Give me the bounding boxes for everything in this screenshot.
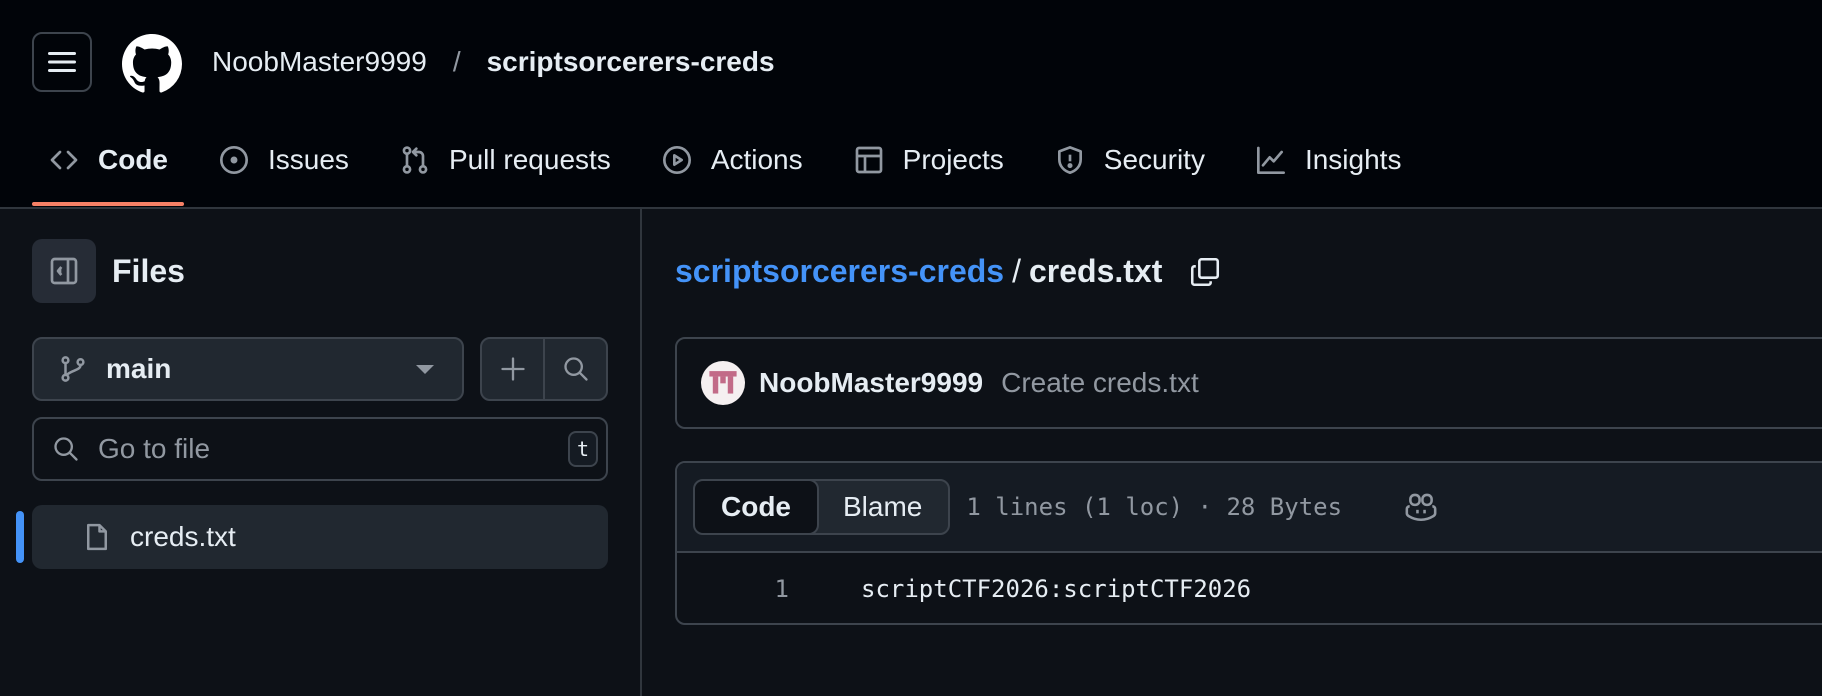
line-number[interactable]: 1 xyxy=(677,575,789,603)
current-file-name: creds.txt xyxy=(1028,253,1163,289)
git-pull-request-icon xyxy=(402,146,428,174)
chevron-down-icon xyxy=(416,365,434,374)
tab-label: Issues xyxy=(268,144,349,175)
code-icon xyxy=(50,150,78,170)
code-view-button[interactable]: Code xyxy=(695,481,819,533)
owner-link[interactable]: NoobMaster9999 xyxy=(212,46,427,78)
issue-opened-icon xyxy=(220,146,248,174)
shield-icon xyxy=(1057,146,1082,174)
hamburger-icon xyxy=(48,52,76,72)
avatar[interactable] xyxy=(701,361,745,405)
search-icon xyxy=(54,437,78,461)
file-stats: 1 lines (1 loc) · 28 Bytes xyxy=(966,493,1343,521)
tab-label: Actions xyxy=(710,144,803,175)
repo-link[interactable]: scriptsorcerers-creds xyxy=(675,253,1004,290)
breadcrumb: NoobMaster9999 / scriptsorcerers-creds xyxy=(212,46,775,78)
branch-name: main xyxy=(106,353,172,384)
line-content: scriptCTF2026:scriptCTF2026 xyxy=(861,575,1252,603)
tab-label: Security xyxy=(1103,144,1205,175)
add-file-button[interactable] xyxy=(482,339,543,399)
file-tree-sidebar: Files main t creds.txt xyxy=(0,209,642,696)
commit-message[interactable]: Create creds.txt xyxy=(1001,367,1199,399)
go-to-file-input[interactable] xyxy=(96,432,540,466)
latest-commit-bar: NoobMaster9999 Create creds.txt xyxy=(675,337,1822,429)
identicon-icon xyxy=(709,371,737,394)
tab-pull-requests[interactable]: Pull requests xyxy=(383,140,627,180)
commit-author[interactable]: NoobMaster9999 xyxy=(759,367,983,399)
breadcrumb-separator: / xyxy=(452,46,461,77)
files-heading: Files xyxy=(112,253,185,289)
tab-insights[interactable]: Insights xyxy=(1239,140,1418,180)
selected-file-indicator xyxy=(16,511,24,563)
tab-projects[interactable]: Projects xyxy=(837,140,1020,180)
repo-link[interactable]: scriptsorcerers-creds xyxy=(487,46,775,78)
keyboard-shortcut-hint: t xyxy=(568,431,598,467)
tab-label: Code xyxy=(98,144,168,175)
file-name: creds.txt xyxy=(130,521,236,552)
view-mode-toggle: Code Blame xyxy=(693,479,951,535)
path-separator: / xyxy=(1012,253,1021,289)
plus-icon xyxy=(500,357,525,381)
repo-header: NoobMaster9999 / scriptsorcerers-creds C… xyxy=(0,0,1822,209)
tab-label: Pull requests xyxy=(448,144,611,175)
file-path-breadcrumb: scriptsorcerers-creds / creds.txt xyxy=(675,253,1222,290)
collapse-sidebar-button[interactable] xyxy=(32,239,96,303)
tab-actions[interactable]: Actions xyxy=(645,140,819,180)
go-to-file-field: t xyxy=(32,417,608,481)
copy-path-button[interactable] xyxy=(1188,255,1222,289)
copilot-button[interactable] xyxy=(1404,490,1438,524)
tab-issues[interactable]: Issues xyxy=(202,140,365,180)
copy-icon xyxy=(1191,257,1220,286)
menu-button[interactable] xyxy=(32,32,92,92)
tab-code[interactable]: Code xyxy=(32,140,184,206)
tab-label: Insights xyxy=(1304,144,1402,175)
blame-view-button[interactable]: Blame xyxy=(817,481,948,533)
file-view: scriptsorcerers-creds / creds.txt NoobMa… xyxy=(675,209,1822,696)
graph-icon xyxy=(1256,146,1285,174)
file-actions-group xyxy=(480,337,608,401)
file-tree-item[interactable]: creds.txt xyxy=(32,505,608,569)
tab-security[interactable]: Security xyxy=(1038,140,1221,180)
sidebar-collapse-icon xyxy=(50,257,78,285)
code-viewer: Code Blame 1 lines (1 loc) · 28 Bytes 1 … xyxy=(675,461,1822,625)
table-icon xyxy=(855,146,882,174)
tab-label: Projects xyxy=(902,144,1004,175)
github-logo-icon[interactable] xyxy=(122,34,182,94)
git-branch-icon xyxy=(61,356,85,382)
play-icon xyxy=(662,146,691,174)
copilot-icon xyxy=(1405,493,1437,522)
search-icon xyxy=(563,357,588,381)
branch-selector[interactable]: main xyxy=(32,337,464,401)
code-toolbar: Code Blame 1 lines (1 loc) · 28 Bytes xyxy=(677,463,1822,553)
file-icon xyxy=(87,523,107,551)
search-code-button[interactable] xyxy=(543,339,606,399)
repo-tabs: Code Issues Pull requests Actions Projec… xyxy=(32,140,1435,206)
code-line: 1 scriptCTF2026:scriptCTF2026 xyxy=(677,553,1822,623)
